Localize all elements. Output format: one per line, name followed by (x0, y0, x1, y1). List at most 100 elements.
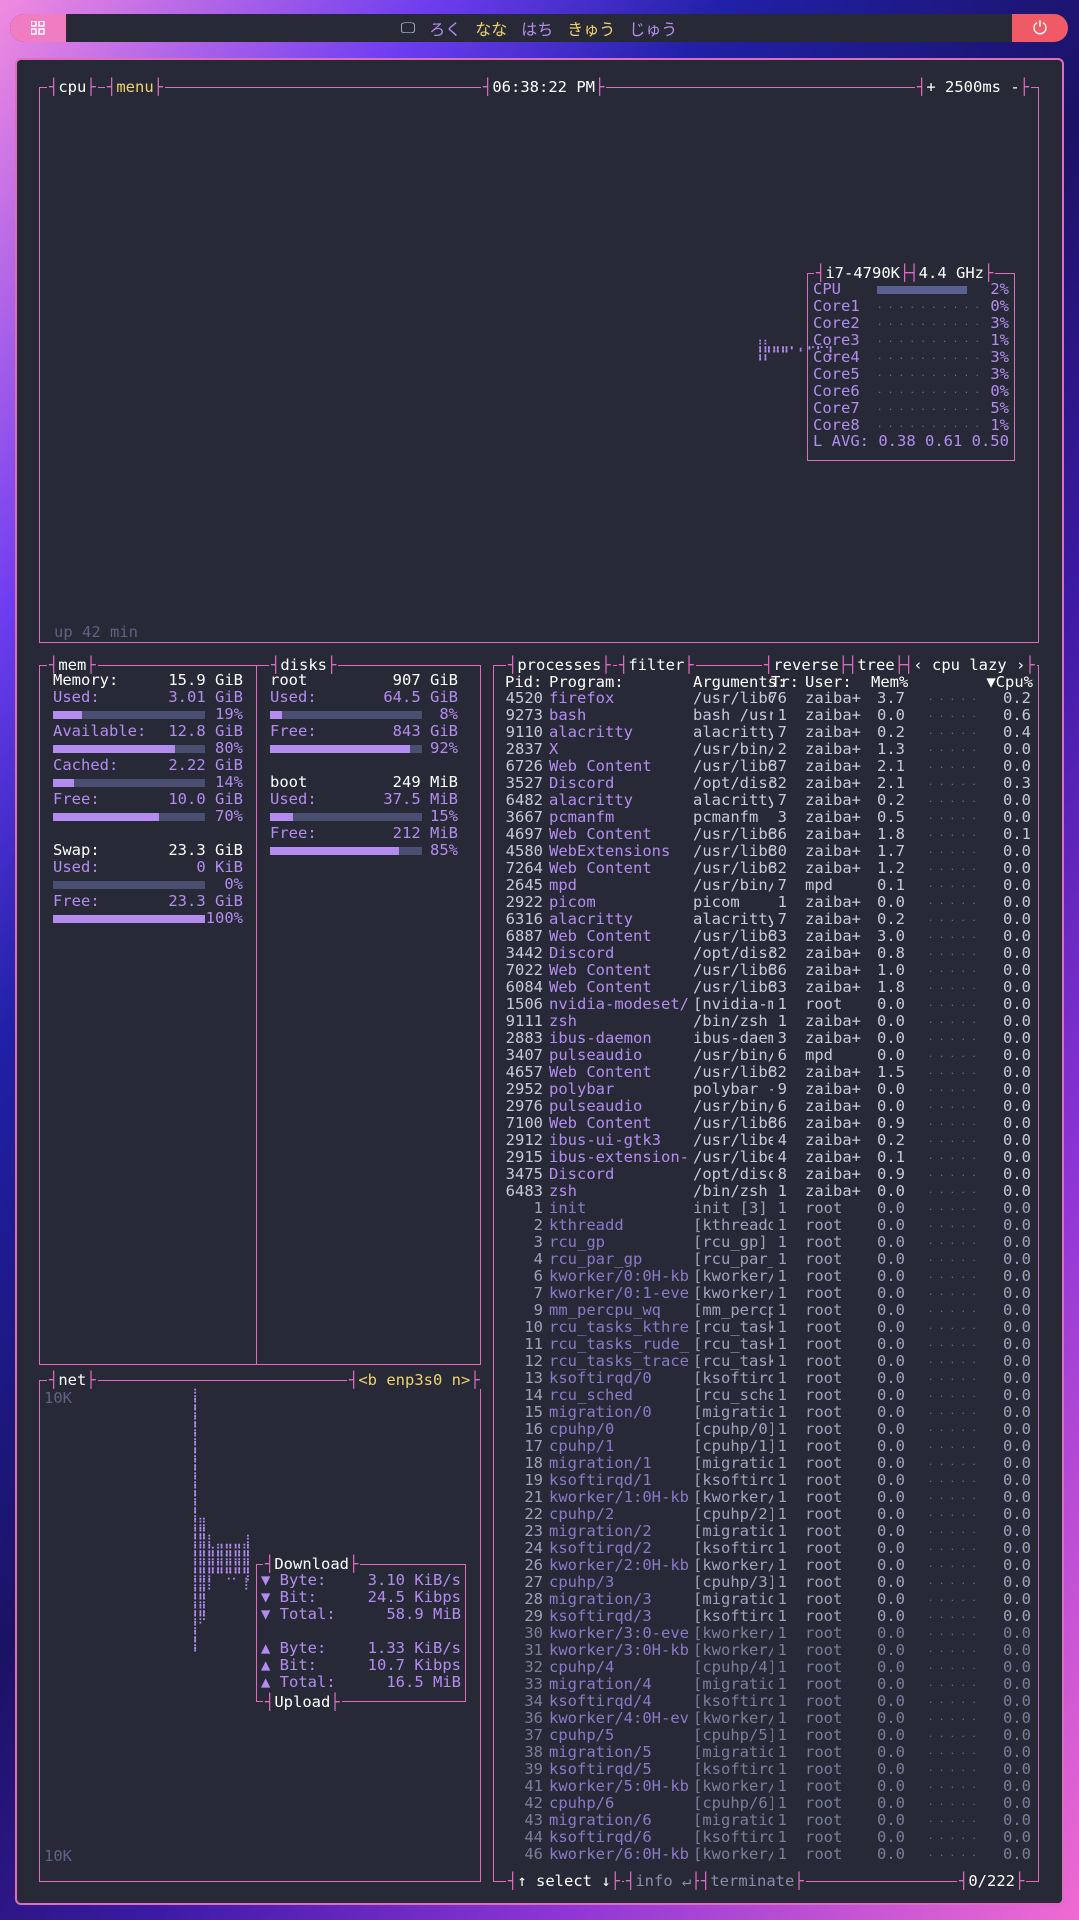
process-row[interactable]: 4697 Web Content/usr/lib6 36 zaiba+ 1.8 . . .… (505, 826, 1033, 843)
process-row[interactable]: 7100 Web Content/usr/lib6 36 zaiba+ 0.9 . . .… (505, 1115, 1033, 1132)
process-row[interactable]: 38 migration/5 [migratio 1 root 0.0 . . . . . 0… (505, 1744, 1033, 1761)
process-cpu-graph: . . . . . (928, 795, 977, 805)
cpu-tab-title[interactable]: ┤cpu├ (47, 78, 98, 96)
filter-button[interactable]: ┤filter├ (617, 656, 696, 674)
process-row[interactable]: 42 cpuhp/6 [cpuhp/6] 1 root 0.0 . . . . . 0.0 (505, 1795, 1033, 1812)
process-row[interactable]: 2645 mpd/usr/bin/7 mpd 0.1 . . . . . 0.0 (505, 877, 1033, 894)
process-row[interactable]: 4 rcu_par_gp [rcu_par_ 1 root 0.0 . . . . . 0.0 (505, 1251, 1033, 1268)
process-row[interactable]: 33 migration/4 [migratio 1 root 0.0 . . . . . 0… (505, 1676, 1033, 1693)
process-row[interactable]: 2976 pulseaudio/usr/bin/6 zaiba+ 0.0 . . . .… (505, 1098, 1033, 1115)
process-row[interactable]: 6483 zsh/bin/zsh 1 zaiba+ 0.0 . . . . . 0.0 (505, 1183, 1033, 1200)
process-threads: 2 (777, 740, 787, 758)
process-row[interactable]: 10 rcu_tasks_kthre [rcu_task 1 root 0.0 . . . … (505, 1319, 1033, 1336)
process-row[interactable]: 17 cpuhp/1 [cpuhp/1] 1 root 0.0 . . . . . 0.0 (505, 1438, 1033, 1455)
process-row[interactable]: 3667 pcmanfm pcmanfm 3 zaiba+ 0.5 . . . . . 0.0 (505, 809, 1033, 826)
process-row[interactable]: 2952 polybar polybar -9 zaiba+ 0.0 . . . . . 0… (505, 1081, 1033, 1098)
process-row[interactable]: 41 kworker/5:0H-kb [kworker/1 root 0.0 . . . … (505, 1778, 1033, 1795)
process-user: zaiba+ (805, 791, 861, 809)
process-row[interactable]: 6482 alacritty alacritty 7 zaiba+ 0.2. . . . … (505, 792, 1033, 809)
process-row[interactable]: 7022 Web Content/usr/lib6 36 zaiba+ 1.0 . . .… (505, 962, 1033, 979)
process-cpu-graph: . . . . . (928, 1798, 977, 1808)
process-row[interactable]: 2915 ibus-extension-/usr/libe 4 zaiba+ 0.1 . … (505, 1149, 1033, 1166)
select-control[interactable]: ┤↑ select ↓├ (506, 1872, 623, 1890)
process-row[interactable]: 12 rcu_tasks_trace [rcu_task 1 root 0.0 . . . … (505, 1353, 1033, 1370)
process-row[interactable]: 39 ksoftirqd/5 [ksoftirq 1 root 0.0 . . . . . 0… (505, 1761, 1033, 1778)
power-icon[interactable]: ⏻ (1012, 14, 1068, 42)
terminate-button[interactable]: ┤terminate├ (699, 1872, 806, 1890)
process-row[interactable]: 16 cpuhp/0 [cpuhp/0] 1 root 0.0 . . . . . 0.0 (505, 1421, 1033, 1438)
process-program: rcu_gp (549, 1233, 605, 1251)
process-row[interactable]: 34 ksoftirqd/4 [ksoftirq 1 root 0.0 . . . . . 0… (505, 1693, 1033, 1710)
process-row[interactable]: 28 migration/3 [migratio 1 root 0.0 . . . . . 0… (505, 1591, 1033, 1608)
workspace-8[interactable]: はち (521, 16, 553, 40)
process-row[interactable]: 9 mm_percpu_wq [mm_percp 1 root 0.0 . . . . . 0… (505, 1302, 1033, 1319)
process-program: ibus-daemon (549, 1029, 652, 1047)
process-row[interactable]: 37 cpuhp/5 [cpuhp/5] 1 root 0.0 . . . . . 0.0 (505, 1727, 1033, 1744)
disk-percent: 8% (439, 705, 458, 723)
net-interface[interactable]: ┤<b enp3s0 n>├ (347, 1371, 482, 1389)
process-row[interactable]: 6316 alacritty alacritty 7 zaiba+ 0.2. . . . … (505, 911, 1033, 928)
process-row[interactable]: 24 ksoftirqd/2 [ksoftirq 1 root 0.0 . . . . . 0… (505, 1540, 1033, 1557)
workspace-6[interactable]: ろく (429, 16, 461, 40)
process-row[interactable]: 44 ksoftirqd/6 [ksoftirq 1 root 0.0 . . . . . 0… (505, 1829, 1033, 1846)
process-row[interactable]: 4580 WebExtensions/usr/lib6 30 zaiba+ 1.7 . .… (505, 843, 1033, 860)
process-row[interactable]: 2 kthreadd [kthreadd 1 root 0.0 . . . . . 0.0 (505, 1217, 1033, 1234)
process-cpu-graph: . . . . . (928, 1152, 977, 1162)
process-row[interactable]: 18 migration/1 [migratio 1 root 0.0 . . . . . 0… (505, 1455, 1033, 1472)
process-row[interactable]: 6726 Web Content/usr/lib6 37 zaiba+ 2.1 . . .… (505, 758, 1033, 775)
process-row[interactable]: 43 migration/6 [migratio 1 root 0.0 . . . . . 0… (505, 1812, 1033, 1829)
process-row[interactable]: 22 cpuhp/2 [cpuhp/2] 1 root 0.0 . . . . . 0.0 (505, 1506, 1033, 1523)
process-row[interactable]: 3527 Discord/opt/disc 32 zaiba+ 2.1 . . . . .… (505, 775, 1033, 792)
process-row[interactable]: 36 kworker/4:0H-ev [kworker/1 root 0.0 . . . … (505, 1710, 1033, 1727)
process-row[interactable]: 3475 Discord/opt/disc 8 zaiba+ 0.9 . . . . . 0… (505, 1166, 1033, 1183)
process-row[interactable]: 2883 ibus-daemon ibus-daem 3 zaiba+ 0.0 . . . … (505, 1030, 1033, 1047)
process-row[interactable]: 26 kworker/2:0H-kb [kworker/1 root 0.0 . . . … (505, 1557, 1033, 1574)
process-row[interactable]: 23 migration/2 [migratio 1 root 0.0 . . . . . 0… (505, 1523, 1033, 1540)
process-row[interactable]: 14 rcu_sched [rcu_sche 1 root 0.0 . . . . . 0.0 (505, 1387, 1033, 1404)
process-row[interactable]: 1 init init [3] 1 root 0.0 . . . . . 0.0 (505, 1200, 1033, 1217)
process-pid: 30 (524, 1624, 543, 1642)
mem-row: Free: 10.0 GiB (53, 791, 243, 808)
process-row[interactable]: 9110 alacritty alacritty 7 zaiba+ 0.2. . . . … (505, 724, 1033, 741)
process-row[interactable]: 29 ksoftirqd/3 [ksoftirq 1 root 0.0 . . . . . 0… (505, 1608, 1033, 1625)
process-row[interactable]: 9273 bash bash /usr 1 zaiba+ 0.0 . . . . . 0.6 (505, 707, 1033, 724)
workspace-9[interactable]: きゅう (567, 16, 615, 40)
process-row[interactable]: 46 kworker/6:0H-kb [kworker/1 root 0.0 . . . … (505, 1846, 1033, 1863)
process-row[interactable]: 30 kworker/3:0-eve [kworker/1 root 0.0 . . . … (505, 1625, 1033, 1642)
process-row[interactable]: 21 kworker/1:0H-kb [kworker/1 root 0.0 . . . … (505, 1489, 1033, 1506)
workspace-7[interactable]: なな (475, 16, 507, 40)
process-row[interactable]: 2912 ibus-ui-gtk3/usr/libe 4 zaiba+ 0.2 . . .… (505, 1132, 1033, 1149)
process-cpu-graph: . . . . . (928, 931, 977, 941)
process-row[interactable]: 6 kworker/0:0H-kb [kworker/1 root 0.0 . . . .… (505, 1268, 1033, 1285)
mem-gauge (53, 881, 205, 889)
process-mem: 0.0 (877, 1369, 905, 1387)
process-row[interactable]: 3407 pulseaudio/usr/bin/6 mpd 0.0 . . . . . 0… (505, 1047, 1033, 1064)
process-row[interactable]: 3 rcu_gp [rcu_gp] 1 root 0.0 . . . . . 0.0 (505, 1234, 1033, 1251)
process-row[interactable]: 19 ksoftirqd/1 [ksoftirq 1 root 0.0 . . . . . 0… (505, 1472, 1033, 1489)
process-row[interactable]: 11 rcu_tasks_rude_ [rcu_task 1 root 0.0 . . . … (505, 1336, 1033, 1353)
process-row[interactable]: 6084 Web Content/usr/lib6 33 zaiba+ 1.8 . . .… (505, 979, 1033, 996)
info-button[interactable]: ┤info ↵├ (624, 1872, 703, 1890)
workspace-10[interactable]: じゅう (629, 16, 677, 40)
process-row[interactable]: 9111 zsh/bin/zsh 1 zaiba+ 0.0 . . . . . 0.0 (505, 1013, 1033, 1030)
process-row[interactable]: 4657 Web Content/usr/lib6 32 zaiba+ 1.5 . . .… (505, 1064, 1033, 1081)
process-row[interactable]: 2922 picom picom 1 zaiba+ 0.0 . . . . . 0.0 (505, 894, 1033, 911)
process-row[interactable]: 7264 Web Content/usr/lib6 32 zaiba+ 1.2 . . .… (505, 860, 1033, 877)
refresh-interval[interactable]: ┤+ 2500ms -├ (915, 78, 1032, 96)
reverse-button[interactable]: ┤reverse├┤tree├┤‹ cpu lazy ›├ (762, 656, 1037, 674)
process-row[interactable]: 15 migration/0 [migratio 1 root 0.0 . . . . . 0… (505, 1404, 1033, 1421)
process-row[interactable]: 2837 X/usr/bin/2 zaiba+ 1.3 . . . . . 0.0 (505, 741, 1033, 758)
process-row[interactable]: 31 kworker/3:0H-kb [kworker/1 root 0.0 . . . … (505, 1642, 1033, 1659)
process-row[interactable]: 32 cpuhp/4 [cpuhp/4] 1 root 0.0 . . . . . 0.0 (505, 1659, 1033, 1676)
process-row[interactable]: 3442 Discord/opt/disc 32 zaiba+ 0.8 . . . . .… (505, 945, 1033, 962)
menu-tab[interactable]: ┤menu├ (105, 78, 166, 96)
process-row[interactable]: 7 kworker/0:1-eve [kworker/1 root 0.0 . . . .… (505, 1285, 1033, 1302)
process-mem: 0.0 (877, 1505, 905, 1523)
process-cpu-graph: . . . . . (928, 1492, 977, 1502)
process-row[interactable]: 27 cpuhp/3 [cpuhp/3] 1 root 0.0 . . . . . 0.0 (505, 1574, 1033, 1591)
process-row[interactable]: 13 ksoftirqd/0 [ksoftirq 1 root 0.0 . . . . . 0… (505, 1370, 1033, 1387)
process-row[interactable]: 6887 Web Content/usr/lib6 33 zaiba+ 3.0 . . .… (505, 928, 1033, 945)
process-row[interactable]: 4520 firefox/usr/lib6 76 zaiba+ 3.7 . . . . .… (505, 690, 1033, 707)
process-row[interactable]: 1506 nvidia-modeset/[nvidia-m 1 root 0.0 . . … (505, 996, 1033, 1013)
process-program: migration/0 (549, 1403, 652, 1421)
